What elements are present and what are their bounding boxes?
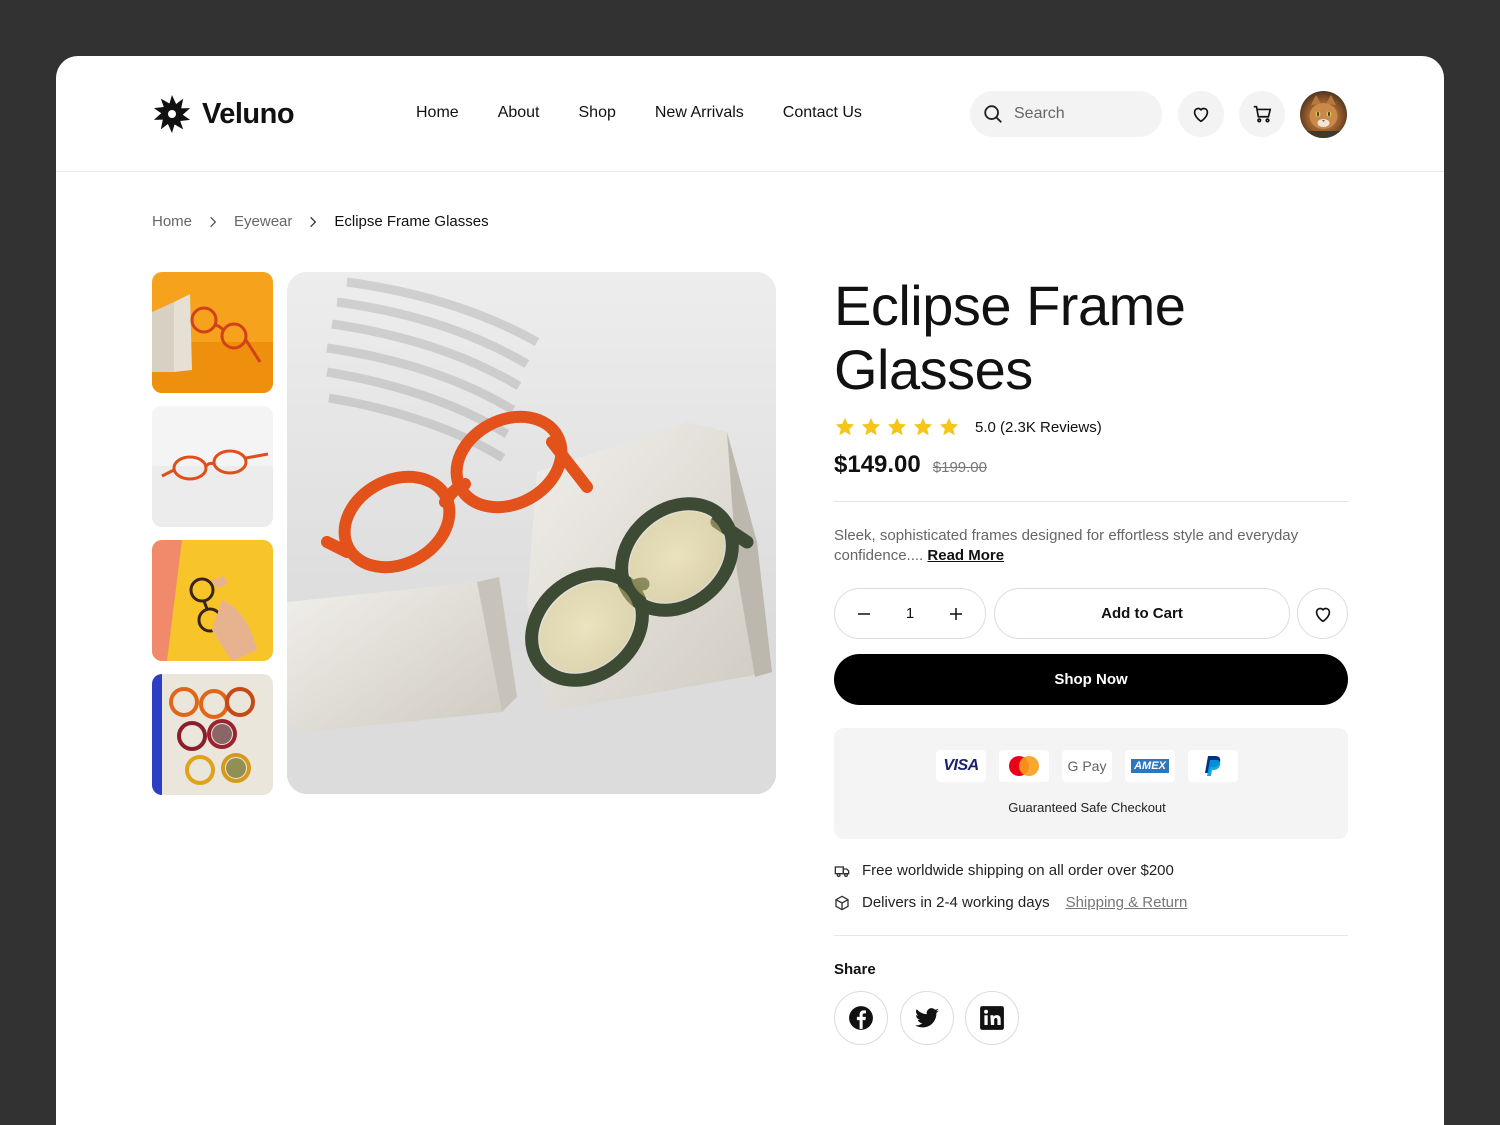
share-linkedin-button[interactable] — [965, 991, 1019, 1045]
rating-text: 5.0 (2.3K Reviews) — [975, 418, 1102, 436]
mastercard-icon — [999, 750, 1049, 782]
add-to-cart-button[interactable]: Add to Cart — [994, 588, 1290, 639]
logo-icon — [153, 95, 191, 133]
amex-icon: AMEX — [1125, 750, 1175, 782]
search-input[interactable] — [1014, 105, 1144, 123]
paypal-icon — [1188, 750, 1238, 782]
chevron-right-icon — [210, 216, 217, 227]
header: Veluno Home About Shop New Arrivals Cont… — [56, 56, 1444, 172]
cat-avatar-image — [1300, 95, 1347, 138]
safe-checkout-caption: Guaranteed Safe Checkout — [1008, 800, 1166, 815]
star-icon — [861, 417, 881, 436]
visa-icon: VISA — [936, 750, 986, 782]
chevron-right-icon — [310, 216, 317, 227]
delivery-text: Delivers in 2-4 working days — [862, 894, 1050, 911]
heart-icon — [1315, 607, 1330, 622]
breadcrumb: Home Eyewear Eclipse Frame Glasses — [152, 213, 489, 230]
breadcrumb-current: Eclipse Frame Glasses — [334, 213, 489, 230]
breadcrumb-home[interactable]: Home — [152, 213, 192, 230]
truck-icon — [834, 865, 850, 877]
product-description: Sleek, sophisticated frames designed for… — [834, 526, 1334, 566]
cart-button[interactable] — [1239, 91, 1285, 137]
star-icon — [887, 417, 907, 436]
search-icon — [984, 105, 1002, 123]
nav-home[interactable]: Home — [416, 104, 459, 122]
logo[interactable]: Veluno — [152, 94, 295, 134]
share-label: Share — [834, 961, 876, 978]
main-nav: Home About Shop New Arrivals Contact Us — [416, 104, 862, 122]
free-shipping-text: Free worldwide shipping on all order ove… — [862, 862, 1174, 879]
nav-new-arrivals[interactable]: New Arrivals — [655, 104, 744, 122]
quantity-value[interactable]: 1 — [906, 605, 914, 622]
description-text: Sleek, sophisticated frames designed for… — [834, 527, 1299, 564]
breadcrumb-eyewear[interactable]: Eyewear — [234, 213, 292, 230]
twitter-icon — [915, 1008, 939, 1028]
cart-icon — [1253, 105, 1272, 123]
star-icon — [835, 417, 855, 436]
avatar[interactable] — [1300, 91, 1347, 138]
nav-shop[interactable]: Shop — [579, 104, 616, 122]
delivery-info: Delivers in 2-4 working days Shipping & … — [834, 894, 1187, 911]
payment-icons: VISA G Pay AMEX — [936, 750, 1238, 782]
star-icon — [913, 417, 933, 436]
shipping-return-link[interactable]: Shipping & Return — [1066, 894, 1188, 911]
main-product-image — [287, 272, 776, 794]
current-price: $149.00 — [834, 451, 921, 478]
minus-icon[interactable] — [855, 605, 873, 623]
thumbnail-4[interactable] — [152, 674, 273, 795]
facebook-icon — [849, 1006, 873, 1030]
original-price: $199.00 — [932, 459, 987, 476]
heart-icon — [1193, 107, 1209, 123]
nav-contact-us[interactable]: Contact Us — [783, 104, 862, 122]
share-facebook-button[interactable] — [834, 991, 888, 1045]
read-more-link[interactable]: Read More — [927, 547, 1004, 564]
divider — [834, 935, 1348, 936]
box-icon — [835, 895, 849, 910]
product-page: Veluno Home About Shop New Arrivals Cont… — [56, 56, 1444, 1125]
nav-about[interactable]: About — [498, 104, 540, 122]
price-row: $149.00 $199.00 — [834, 451, 987, 479]
wishlist-button[interactable] — [1178, 91, 1224, 137]
product-title: Eclipse Frame Glasses — [834, 274, 1186, 401]
star-icon — [939, 417, 959, 436]
thumbnail-3[interactable] — [152, 540, 273, 661]
divider — [834, 501, 1348, 502]
share-twitter-button[interactable] — [900, 991, 954, 1045]
linkedin-icon — [980, 1006, 1004, 1030]
rating-stars — [834, 416, 960, 438]
brand-name: Veluno — [202, 97, 295, 130]
product-rating: 5.0 (2.3K Reviews) — [834, 416, 1102, 438]
google-pay-icon: G Pay — [1062, 750, 1112, 782]
search-bar[interactable] — [970, 91, 1162, 137]
quantity-stepper: 1 — [834, 588, 986, 639]
thumbnail-1[interactable] — [152, 272, 273, 393]
plus-icon[interactable] — [947, 605, 965, 623]
thumbnail-2[interactable] — [152, 406, 273, 527]
shop-now-button[interactable]: Shop Now — [834, 654, 1348, 705]
payment-methods-box: VISA G Pay AMEX Guaranteed Safe Checkout — [834, 728, 1348, 839]
free-shipping-info: Free worldwide shipping on all order ove… — [834, 862, 1174, 879]
add-to-wishlist-button[interactable] — [1297, 588, 1348, 639]
